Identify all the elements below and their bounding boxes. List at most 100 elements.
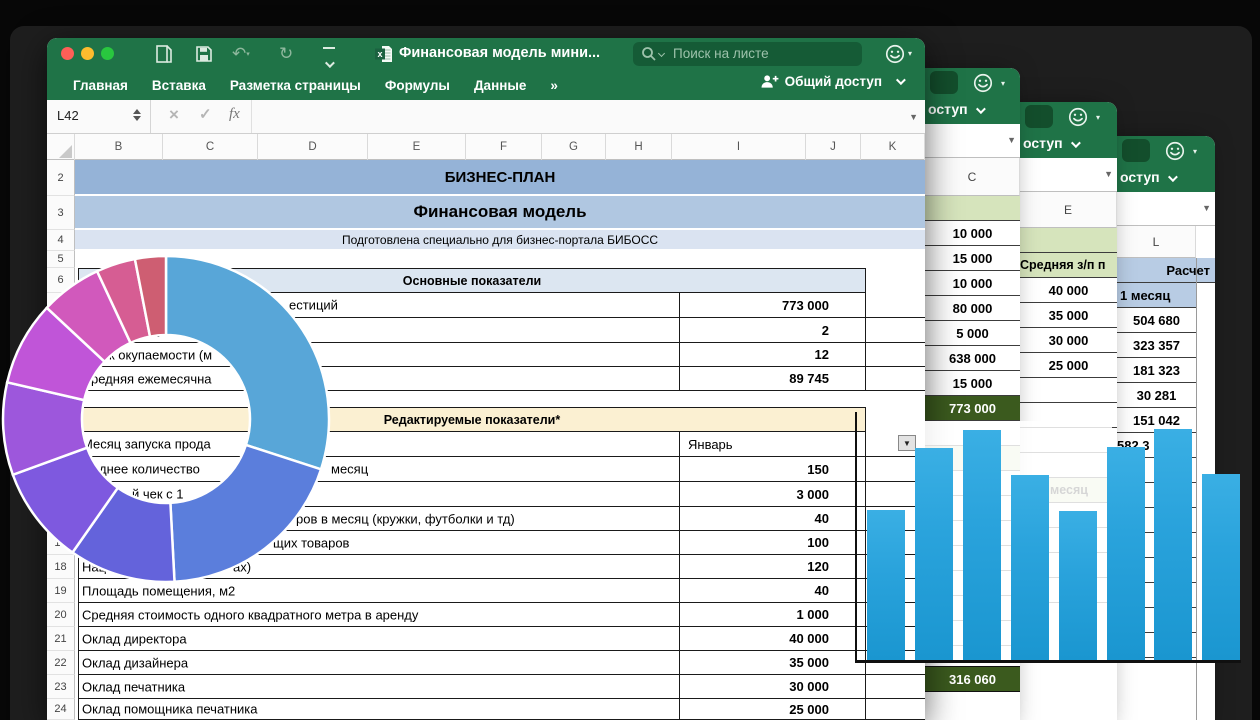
row-value-cell[interactable]: 40 — [679, 579, 866, 603]
row-number[interactable]: 3 — [47, 196, 75, 230]
column-header[interactable]: G — [542, 134, 606, 160]
cell[interactable]: 35 000 — [1020, 303, 1117, 328]
cell[interactable]: Расчет — [1117, 258, 1215, 283]
cell[interactable]: 10 000 — [925, 271, 1020, 296]
feedback-smiley-icon[interactable]: ▾ — [884, 43, 918, 65]
banner-cell[interactable]: Финансовая модель — [75, 196, 925, 228]
share-button[interactable]: Общий доступ — [760, 74, 903, 89]
row-label-cell[interactable]: Оклад помощника печатника — [78, 699, 679, 720]
row-number[interactable]: 20 — [47, 603, 75, 627]
row-value-cell[interactable]: 773 000 — [679, 293, 866, 318]
column-header[interactable]: J — [806, 134, 861, 160]
cancel-icon[interactable]: × — [169, 105, 179, 125]
column-header[interactable]: L — [1117, 226, 1196, 258]
select-all-corner[interactable] — [47, 134, 75, 160]
formula-bar[interactable]: ▼ — [1117, 192, 1215, 226]
undo-icon[interactable]: ↶▾ — [232, 43, 250, 66]
empty-cell[interactable] — [866, 699, 925, 720]
column-header[interactable]: I — [672, 134, 806, 160]
cell[interactable]: 10 000 — [925, 221, 1020, 246]
formula-bar-dropdown-icon[interactable]: ▼ — [909, 112, 918, 122]
empty-cell[interactable] — [866, 318, 925, 343]
cell[interactable]: 15 000 — [925, 246, 1020, 271]
search-box[interactable]: Поиск на листе — [633, 42, 862, 66]
row-value-cell[interactable]: 1 000 — [679, 603, 866, 627]
row-value-cell[interactable]: 2 — [679, 318, 866, 343]
row-number[interactable]: 22 — [47, 651, 75, 675]
row-value-cell[interactable]: 35 000 — [679, 651, 866, 675]
ribbon-tab[interactable]: Разметка страницы — [230, 78, 361, 93]
row-number[interactable]: 23 — [47, 675, 75, 699]
ribbon-tab[interactable]: Формулы — [385, 78, 450, 93]
row-label-cell[interactable]: Оклад директора — [78, 627, 679, 651]
row-value-cell[interactable]: 40 — [679, 507, 866, 531]
column-header[interactable]: H — [606, 134, 672, 160]
formula-input[interactable] — [251, 100, 903, 133]
column-header[interactable]: B — [75, 134, 163, 160]
formula-bar[interactable]: ▼ — [1020, 158, 1117, 192]
dropdown-button[interactable]: ▼ — [898, 435, 916, 451]
column-header[interactable]: E — [368, 134, 466, 160]
cell[interactable] — [925, 196, 1020, 221]
banner-cell[interactable]: Подготовлена специально для бизнес-порта… — [75, 230, 925, 249]
donut-chart[interactable] — [0, 253, 332, 585]
cell[interactable] — [1020, 228, 1117, 253]
formula-bar[interactable]: ▼ — [925, 124, 1020, 158]
cell[interactable]: 15 000 — [925, 371, 1020, 396]
row-number[interactable]: 4 — [47, 230, 75, 251]
column-header[interactable]: C — [163, 134, 258, 160]
row-number[interactable]: 21 — [47, 627, 75, 651]
row-value-cell[interactable]: 12 — [679, 343, 866, 367]
row-value-cell[interactable]: 25 000 — [679, 699, 866, 720]
formula-bar-dropdown-icon[interactable]: ▼ — [1104, 169, 1113, 179]
row-value-cell[interactable]: 3 000 — [679, 482, 866, 507]
column-header[interactable]: K — [861, 134, 925, 160]
empty-cell[interactable] — [866, 293, 925, 318]
empty-cell[interactable] — [866, 675, 925, 699]
collapsed-search-pill[interactable] — [930, 71, 958, 94]
cell[interactable]: 1 месяц — [1117, 283, 1196, 308]
row-value-cell[interactable]: 100 — [679, 531, 866, 555]
enter-icon[interactable]: ✓ — [199, 105, 212, 123]
row-label-cell[interactable]: Оклад дизайнера — [78, 651, 679, 675]
row-value-cell[interactable]: 150 — [679, 457, 866, 482]
cell[interactable]: 181 323 — [1117, 358, 1196, 383]
feedback-smiley-icon[interactable] — [1067, 106, 1089, 128]
row-label-cell[interactable]: Оклад печатника — [78, 675, 679, 699]
collapsed-search-pill[interactable] — [1122, 139, 1150, 162]
ribbon-tab[interactable]: » — [550, 78, 558, 93]
row-value-cell[interactable]: 120 — [679, 555, 866, 579]
formula-bar-dropdown-icon[interactable]: ▼ — [1202, 203, 1211, 213]
row-number[interactable]: 2 — [47, 160, 75, 196]
share-button[interactable]: оступ — [928, 101, 983, 117]
cell[interactable]: 80 000 — [925, 296, 1020, 321]
name-box[interactable]: L42 — [47, 100, 151, 133]
cell[interactable]: 773 000 — [925, 396, 1020, 421]
cell[interactable]: 25 000 — [1020, 353, 1117, 378]
feedback-smiley-icon[interactable] — [1164, 140, 1186, 162]
column-header[interactable]: C — [925, 158, 1020, 196]
minimize-button[interactable] — [81, 47, 94, 60]
cell[interactable]: 40 000 — [1020, 278, 1117, 303]
save-icon[interactable] — [195, 45, 213, 63]
cell[interactable]: 30 281 — [1117, 383, 1196, 408]
column-header[interactable]: F — [466, 134, 542, 160]
fx-icon[interactable]: fx — [229, 106, 240, 123]
cell[interactable]: 323 357 — [1117, 333, 1196, 358]
row-label-cell[interactable]: Средняя стоимость одного квадратного мет… — [78, 603, 679, 627]
row-value-cell[interactable]: 40 000 — [679, 627, 866, 651]
formula-bar-dropdown-icon[interactable]: ▼ — [1007, 135, 1016, 145]
cell[interactable]: 30 000 — [1020, 328, 1117, 353]
cell[interactable]: 638 000 — [925, 346, 1020, 371]
redo-icon[interactable]: ↻ — [279, 43, 293, 65]
cell[interactable]: 5 000 — [925, 321, 1020, 346]
ribbon-tab[interactable]: Вставка — [152, 78, 206, 93]
row-value-cell[interactable]: Январь — [679, 432, 866, 457]
share-button[interactable]: оступ — [1023, 135, 1078, 151]
column-header[interactable]: D — [258, 134, 368, 160]
empty-cell[interactable] — [866, 343, 925, 367]
collapsed-search-pill[interactable] — [1025, 105, 1053, 128]
cell[interactable] — [1020, 378, 1117, 403]
share-button[interactable]: оступ — [1120, 169, 1175, 185]
row-value-cell[interactable]: 89 745 — [679, 367, 866, 391]
